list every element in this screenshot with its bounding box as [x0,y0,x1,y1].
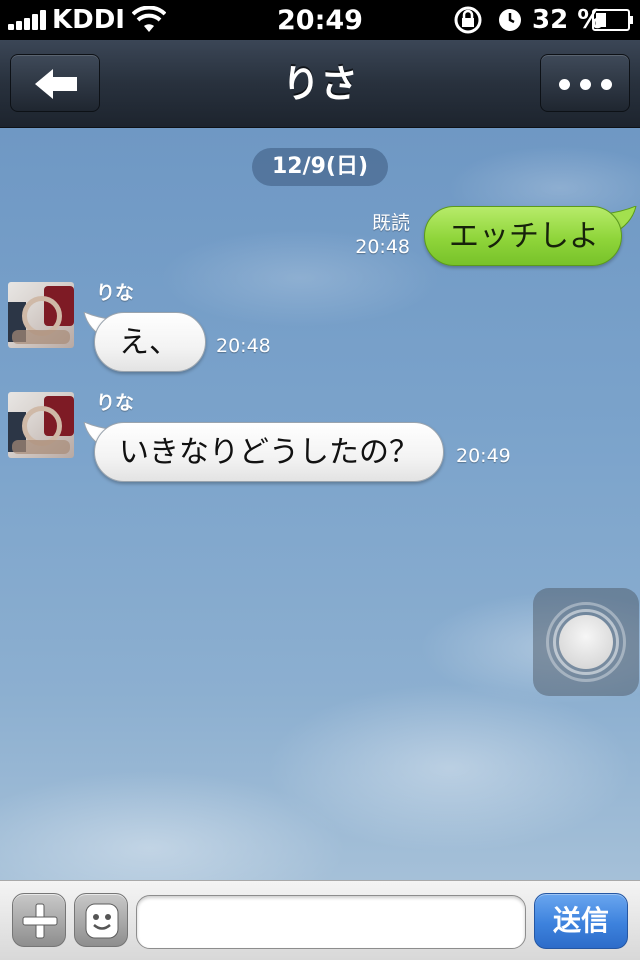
message-time: 20:48 [355,236,410,258]
more-button[interactable] [540,54,630,112]
alarm-icon [499,9,521,31]
back-button[interactable] [10,54,100,112]
plus-button[interactable] [12,893,66,947]
assistive-touch-icon [559,615,613,669]
avatar[interactable] [8,282,74,348]
chat-area[interactable]: 12/9(日) 既読 20:48 エッチしよ りな え、 20:48 りな いき… [0,128,640,880]
assistive-touch-button[interactable] [533,588,639,696]
more-dot [601,79,612,90]
smiley-icon [85,903,119,939]
message-bubble[interactable]: え、 [94,312,206,372]
message-input[interactable] [136,895,526,949]
send-button[interactable]: 送信 [534,893,628,949]
date-separator: 12/9(日) [252,148,388,186]
avatar[interactable] [8,392,74,458]
message-bubble[interactable]: いきなりどうしたの？ [94,422,444,482]
more-dot [580,79,591,90]
sticker-button[interactable] [74,893,128,947]
input-bar: 送信 [0,880,640,960]
nav-bar: りさ [0,40,640,128]
sender-name: りな [96,392,135,414]
rotation-lock-icon [454,6,482,34]
plus-icon [22,903,58,939]
status-bar: KDDI 20:49 32 % [0,0,640,40]
sender-name: りな [96,282,135,304]
more-dots-icon [559,79,570,90]
battery-icon [592,9,633,31]
read-receipt: 既読 [371,212,410,234]
message-bubble[interactable]: エッチしよ [424,206,622,266]
message-time: 20:48 [216,335,271,357]
message-time: 20:49 [456,445,511,467]
back-arrow-icon [35,69,77,99]
